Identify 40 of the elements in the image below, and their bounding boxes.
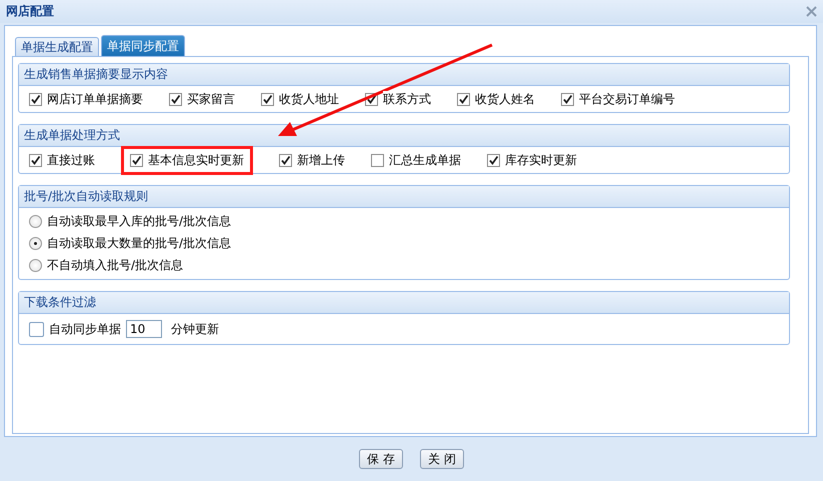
window-title: 网店配置	[6, 3, 54, 20]
group-title: 生成单据处理方式	[19, 125, 789, 147]
radio-button[interactable]	[29, 215, 42, 228]
checkbox[interactable]	[261, 92, 274, 106]
checkbox[interactable]	[561, 92, 574, 106]
checkbox[interactable]	[371, 154, 384, 166]
dialog-button[interactable]: 关 闭	[420, 449, 464, 469]
group-title: 生成销售单据摘要显示内容	[19, 64, 789, 86]
checkbox-label: 平台交易订单编号	[579, 90, 675, 108]
checkbox-label: 汇总生成单据	[389, 152, 461, 168]
checkbox[interactable]	[487, 154, 500, 166]
checkbox-label: 基本信息实时更新	[148, 152, 244, 168]
checkbox[interactable]	[29, 154, 42, 166]
checkbox[interactable]	[29, 92, 42, 106]
unit-label: 分钟更新	[171, 320, 219, 338]
minutes-field[interactable]: 10	[126, 320, 162, 338]
checkbox-label: 买家留言	[187, 90, 235, 108]
checkbox[interactable]	[29, 322, 44, 336]
checkbox-label: 自动同步单据	[49, 320, 121, 338]
checkbox[interactable]	[457, 92, 470, 106]
radio-button[interactable]	[29, 237, 42, 250]
radio-button[interactable]	[29, 259, 42, 272]
group-title: 批号/批次自动读取规则	[19, 186, 789, 208]
group-title: 下载条件过滤	[19, 292, 789, 314]
checkbox-label: 收货人姓名	[475, 90, 535, 108]
radio-label: 不自动填入批号/批次信息	[47, 257, 184, 274]
tab[interactable]: 单据同步配置	[101, 35, 185, 56]
tab[interactable]: 单据生成配置	[15, 37, 99, 56]
radio-label: 自动读取最大数量的批号/批次信息	[47, 235, 232, 252]
checkbox-label: 新增上传	[297, 152, 345, 168]
checkbox[interactable]	[279, 154, 292, 166]
checkbox-label: 网店订单单据摘要	[47, 90, 143, 108]
dialog-button[interactable]: 保 存	[359, 449, 403, 469]
checkbox-label: 联系方式	[383, 90, 431, 108]
checkbox-label: 收货人地址	[279, 90, 339, 108]
checkbox[interactable]	[130, 154, 143, 166]
radio-label: 自动读取最早入库的批号/批次信息	[47, 213, 232, 230]
checkbox-label: 库存实时更新	[505, 152, 577, 168]
checkbox-label: 直接过账	[47, 152, 95, 168]
checkbox[interactable]	[169, 92, 182, 106]
